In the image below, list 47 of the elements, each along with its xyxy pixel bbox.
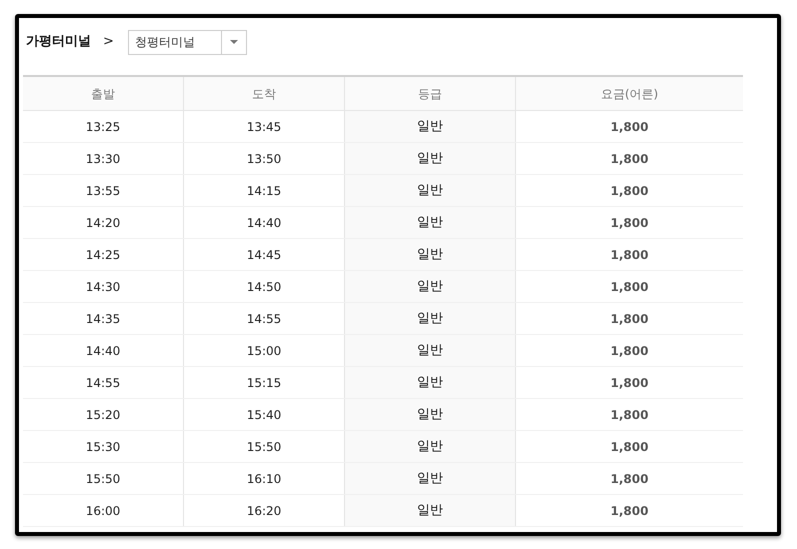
table-cell: 16:00 xyxy=(23,495,184,526)
table-cell: 일반 xyxy=(345,463,516,494)
column-header: 출발 xyxy=(23,77,184,110)
table-cell-text: 1,800 xyxy=(610,246,650,264)
table-cell-text: 1,800 xyxy=(610,374,650,392)
table-cell-text: 1,800 xyxy=(610,438,650,456)
table-cell: 14:30 xyxy=(23,271,184,302)
table-cell-text: 1,800 xyxy=(610,502,650,520)
table-cell: 일반 xyxy=(345,399,516,430)
table-cell: 일반 xyxy=(345,207,516,238)
separator: > xyxy=(103,33,114,52)
destination-select[interactable]: 청평터미널 xyxy=(128,30,247,54)
table-cell-text: 1,800 xyxy=(610,150,650,168)
column-header: 등급 xyxy=(345,77,516,110)
table-cell: 일반 xyxy=(345,431,516,462)
table-cell: 일반 xyxy=(345,271,516,302)
table-cell: 15:20 xyxy=(23,399,184,430)
table-cell: 일반 xyxy=(345,143,516,174)
table-cell: 일반 xyxy=(345,175,516,206)
table-cell: 15:50 xyxy=(23,463,184,494)
table-cell: 14:25 xyxy=(23,239,184,270)
table-cell: 13:55 xyxy=(23,175,184,206)
table-cell: 15:30 xyxy=(23,431,184,462)
table-cell-text: 1,800 xyxy=(610,182,650,200)
column-header: 도착 xyxy=(184,77,345,110)
table-cell: 일반 xyxy=(345,335,516,366)
table-cell: 일반 xyxy=(345,111,516,142)
table-cell: 일반 xyxy=(345,239,516,270)
table-cell-text: 1,800 xyxy=(610,342,650,360)
table-cell: 14:20 xyxy=(23,207,184,238)
table-cell: 13:25 xyxy=(23,111,184,142)
table-cell: 13:30 xyxy=(23,143,184,174)
table-cell-text: 1,800 xyxy=(610,470,650,488)
table-cell-text: 1,800 xyxy=(610,406,650,424)
table-cell: 14:55 xyxy=(23,367,184,398)
table-cell-text: 1,800 xyxy=(610,310,650,328)
table-cell: 일반 xyxy=(345,367,516,398)
table-cell: 14:35 xyxy=(23,303,184,334)
dropdown-caret-icon xyxy=(230,40,238,44)
column-header: 요금(어른) xyxy=(600,86,660,102)
table-cell-text: 1,800 xyxy=(610,214,650,232)
origin-terminal: 가평터미널 xyxy=(26,33,91,52)
table-cell: 일반 xyxy=(345,495,516,526)
table-cell: 14:40 xyxy=(23,335,184,366)
table-cell: 일반 xyxy=(345,303,516,334)
table-cell-text: 1,800 xyxy=(610,278,650,296)
table-cell-text: 1,800 xyxy=(610,118,650,136)
